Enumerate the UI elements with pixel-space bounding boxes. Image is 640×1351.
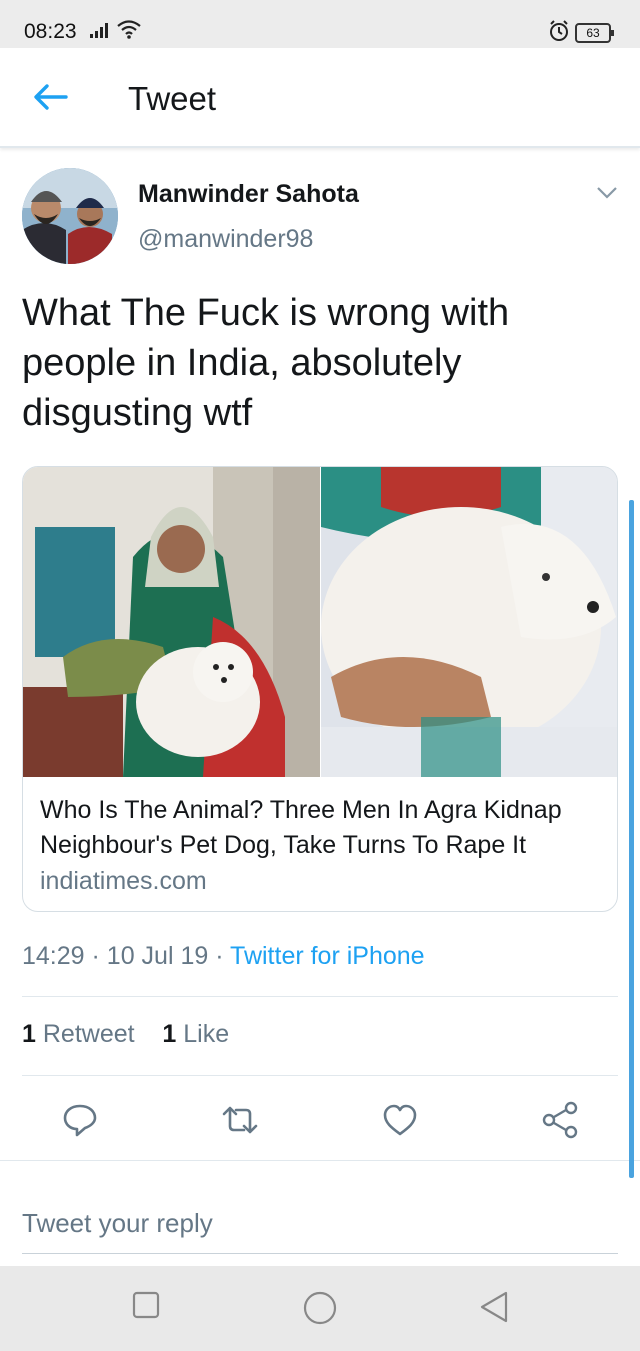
- app-bar: Tweet: [0, 48, 640, 148]
- like-count[interactable]: 1 Like: [162, 1020, 229, 1048]
- tweet-stats: 1 Retweet 1 Like: [22, 1020, 229, 1049]
- reply-composer: [0, 1160, 640, 1267]
- back-icon[interactable]: [478, 1290, 510, 1324]
- meta-separator: ·: [215, 942, 224, 970]
- share-icon[interactable]: [538, 1098, 582, 1142]
- card-domain: indiatimes.com: [40, 867, 207, 895]
- meta-separator: ·: [91, 942, 100, 970]
- retweet-icon[interactable]: [218, 1098, 262, 1142]
- retweet-count[interactable]: 1 Retweet: [22, 1020, 135, 1048]
- status-time: 08:23: [24, 20, 77, 43]
- tweet-metadata: 14:29 · 10 Jul 19 · Twitter for iPhone: [22, 942, 425, 971]
- signal-icon: [90, 23, 108, 38]
- wifi-icon: [117, 20, 141, 39]
- status-bar: 08:23 63: [0, 0, 640, 48]
- card-headline: Who Is The Animal? Three Men In Agra Kid…: [40, 796, 562, 859]
- tweet-text: What The Fuck is wrong with people in In…: [22, 292, 510, 434]
- system-nav-bar: [0, 1266, 640, 1351]
- chevron-down-icon[interactable]: [596, 186, 618, 200]
- divider: [22, 1075, 618, 1076]
- card-image-left: [23, 467, 320, 777]
- tweet-date: 10 Jul 19: [106, 942, 209, 970]
- divider: [22, 996, 618, 997]
- card-image-right: [321, 467, 617, 777]
- like-icon[interactable]: [378, 1098, 422, 1142]
- alarm-icon: [550, 20, 568, 41]
- tweet-time: 14:29: [22, 942, 85, 970]
- recents-icon[interactable]: [132, 1290, 160, 1320]
- arrow-left-icon[interactable]: [32, 82, 68, 112]
- avatar[interactable]: [22, 168, 118, 264]
- tweet-source-link[interactable]: Twitter for iPhone: [230, 942, 425, 970]
- home-icon[interactable]: [302, 1290, 338, 1326]
- reply-input[interactable]: [22, 1193, 618, 1254]
- link-card[interactable]: Who Is The Animal? Three Men In Agra Kid…: [22, 466, 618, 912]
- author-handle[interactable]: @manwinder98: [138, 225, 313, 254]
- avatar-photo: [22, 168, 118, 264]
- battery-icon: 63: [575, 23, 614, 43]
- tweet-actions: [0, 1098, 640, 1142]
- reply-icon[interactable]: [58, 1098, 102, 1142]
- page-title: Tweet: [128, 80, 217, 117]
- scrollbar[interactable]: [629, 500, 634, 1178]
- author-name[interactable]: Manwinder Sahota: [138, 180, 359, 209]
